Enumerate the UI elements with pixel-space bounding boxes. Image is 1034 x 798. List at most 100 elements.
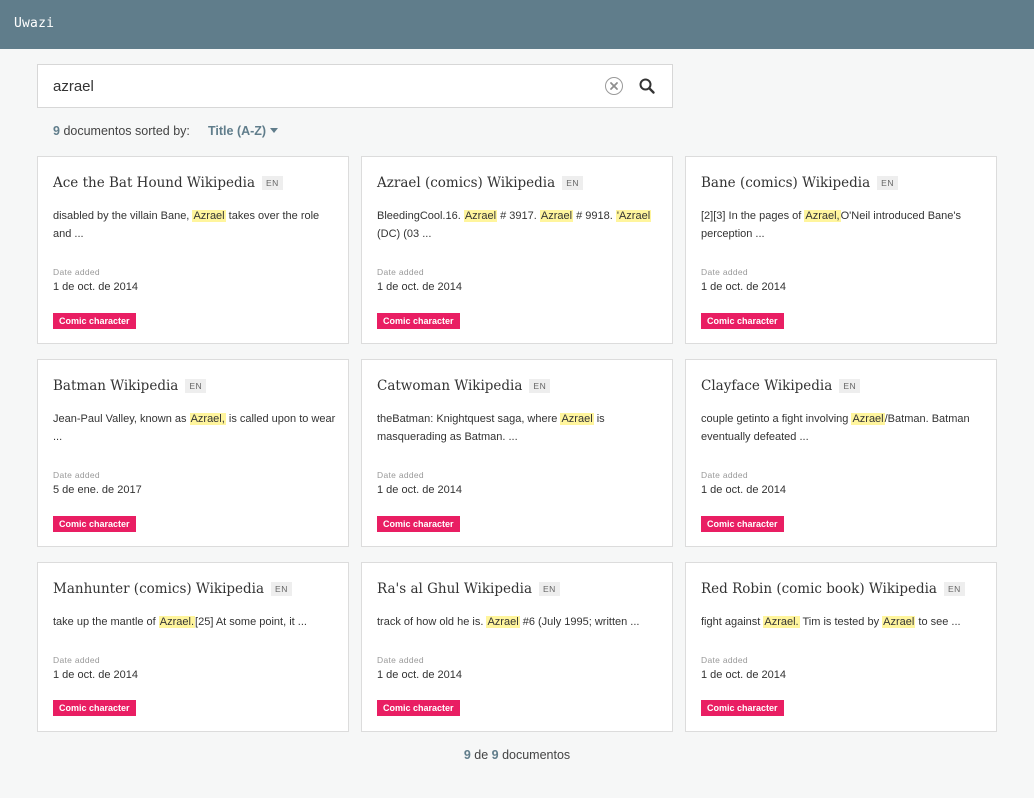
document-card[interactable]: Red Robin (comic book) Wikipedia EN fight … [685, 562, 997, 732]
search-highlight: Azrael [463, 210, 498, 222]
search-highlight: Azrael [486, 616, 520, 628]
document-card[interactable]: Azrael (comics) Wikipedia EN BleedingCool.… [361, 156, 673, 344]
language-badge: EN [839, 379, 861, 393]
template-tag[interactable]: Comic character [701, 516, 784, 532]
shown-count: 9 [463, 748, 471, 762]
document-title-text: Manhunter (comics) Wikipedia [53, 581, 265, 597]
app-logo[interactable]: Uwazi [14, 16, 54, 31]
footer-label: documentos [502, 748, 571, 762]
snippet-text: # 3917. [497, 210, 540, 222]
document-snippet: [2][3] In the pages of Azrael,O'Neil int… [701, 207, 986, 243]
date-added-value: 1 de oct. de 2014 [53, 281, 139, 293]
search-highlight: Azrael, [189, 413, 226, 425]
date-added-label: Date added [377, 470, 424, 480]
magnifier-icon[interactable] [638, 77, 658, 97]
language-badge: EN [529, 379, 551, 393]
document-snippet: couple getinto a fight involving Azrael/… [701, 410, 986, 446]
document-card[interactable]: Ra's al Ghul Wikipedia EN track of how old… [361, 562, 673, 732]
template-tag[interactable]: Comic character [377, 516, 460, 532]
document-title[interactable]: Red Robin (comic book) Wikipedia EN [701, 581, 965, 597]
language-badge: EN [877, 176, 898, 190]
document-title[interactable]: Azrael (comics) Wikipedia EN [377, 175, 583, 191]
snippet-text: Jean-Paul Valley, known as [53, 413, 190, 425]
sort-value: Title (A-Z) [208, 124, 267, 138]
snippet-text: disabled by the villain Bane, [53, 210, 193, 222]
document-title-text: Ra's al Ghul Wikipedia [377, 581, 532, 597]
caret-down-icon [270, 128, 279, 133]
document-title-text: Catwoman Wikipedia [377, 378, 523, 394]
total-count: 9 [491, 748, 499, 762]
date-added-label: Date added [701, 470, 748, 480]
search-bar [37, 64, 673, 108]
snippet-text: # 9918. [573, 210, 616, 222]
document-card[interactable]: Ace the Bat Hound Wikipedia EN disabled by… [37, 156, 349, 344]
pagination-summary: 9 de 9 documentos [0, 748, 1034, 762]
template-tag[interactable]: Comic character [701, 313, 784, 329]
search-highlight: Azrael, [804, 210, 841, 222]
document-title[interactable]: Catwoman Wikipedia EN [377, 378, 551, 394]
document-title-text: Red Robin (comic book) Wikipedia [701, 581, 937, 597]
results-summary: 9 documentos sorted by: [53, 124, 190, 140]
results-label: documentos sorted by: [63, 124, 190, 138]
template-tag[interactable]: Comic character [53, 516, 136, 532]
search-highlight: Azrael. [763, 616, 800, 628]
template-tag[interactable]: Comic character [53, 313, 136, 329]
document-title[interactable]: Batman Wikipedia EN [53, 378, 207, 394]
document-title-text: Batman Wikipedia [53, 378, 179, 394]
date-added-label: Date added [53, 470, 100, 480]
search-highlight: Azrael. [158, 616, 196, 628]
document-snippet: Jean-Paul Valley, known as Azrael, is ca… [53, 410, 338, 446]
template-tag[interactable]: Comic character [53, 700, 136, 716]
language-badge: EN [271, 582, 292, 596]
snippet-text: [25] At some point, it ... [195, 616, 307, 628]
date-added-value: 5 de ene. de 2017 [53, 484, 142, 496]
date-added-value: 1 de oct. de 2014 [377, 484, 463, 496]
document-card[interactable]: Bane (comics) Wikipedia EN [2][3] In the p… [685, 156, 997, 344]
template-tag[interactable]: Comic character [377, 700, 460, 716]
language-badge: EN [185, 379, 207, 393]
document-title-text: Bane (comics) Wikipedia [701, 175, 871, 191]
document-title-text: Clayface Wikipedia [701, 378, 833, 394]
clear-circle-icon[interactable] [605, 77, 623, 95]
document-title[interactable]: Ra's al Ghul Wikipedia EN [377, 581, 560, 597]
date-added-label: Date added [377, 267, 424, 277]
date-added-label: Date added [701, 267, 748, 277]
document-title-text: Ace the Bat Hound Wikipedia [53, 175, 255, 191]
document-snippet: BleedingCool.16. Azrael # 3917. Azrael #… [377, 207, 662, 243]
document-title[interactable]: Ace the Bat Hound Wikipedia EN [53, 175, 283, 191]
document-title[interactable]: Clayface Wikipedia EN [701, 378, 861, 394]
language-badge: EN [539, 582, 560, 596]
document-snippet: disabled by the villain Bane, Azrael tak… [53, 207, 338, 243]
sort-dropdown[interactable]: Title (A-Z) [208, 124, 279, 138]
document-card[interactable]: Catwoman Wikipedia EN theBatman: Knightque… [361, 359, 673, 547]
snippet-text: couple getinto a fight involving [701, 413, 852, 425]
date-added-label: Date added [701, 655, 748, 665]
date-added-label: Date added [53, 267, 100, 277]
document-card[interactable]: Batman Wikipedia EN Jean-Paul Valley, know… [37, 359, 349, 547]
document-title[interactable]: Bane (comics) Wikipedia EN [701, 175, 898, 191]
search-highlight: Azrael [560, 413, 594, 425]
search-highlight: Azrael [539, 210, 574, 222]
search-highlight: 'Azrael [615, 210, 652, 222]
search-highlight: Azrael [851, 413, 885, 425]
template-tag[interactable]: Comic character [377, 313, 460, 329]
date-added-label: Date added [53, 655, 100, 665]
search-highlight: Azrael [192, 210, 226, 222]
document-title[interactable]: Manhunter (comics) Wikipedia EN [53, 581, 292, 597]
document-card[interactable]: Manhunter (comics) Wikipedia EN take up th… [37, 562, 349, 732]
document-snippet: track of how old he is. Azrael #6 (July … [377, 613, 662, 631]
document-snippet: fight against Azrael. Tim is tested by A… [701, 613, 986, 631]
snippet-text: Tim is tested by [799, 616, 883, 628]
search-input[interactable] [38, 65, 598, 107]
date-added-value: 1 de oct. de 2014 [377, 669, 463, 681]
snippet-text: take up the mantle of [53, 616, 159, 628]
document-card[interactable]: Clayface Wikipedia EN couple getinto a fig… [685, 359, 997, 547]
search-highlight: Azrael [882, 616, 916, 628]
language-badge: EN [562, 176, 583, 190]
date-added-value: 1 de oct. de 2014 [53, 669, 139, 681]
documents-grid: Ace the Bat Hound Wikipedia EN disabled by… [37, 156, 997, 732]
date-added-value: 1 de oct. de 2014 [701, 484, 787, 496]
template-tag[interactable]: Comic character [701, 700, 784, 716]
snippet-text: fight against [701, 616, 764, 628]
clear-x-glyph [610, 82, 618, 90]
